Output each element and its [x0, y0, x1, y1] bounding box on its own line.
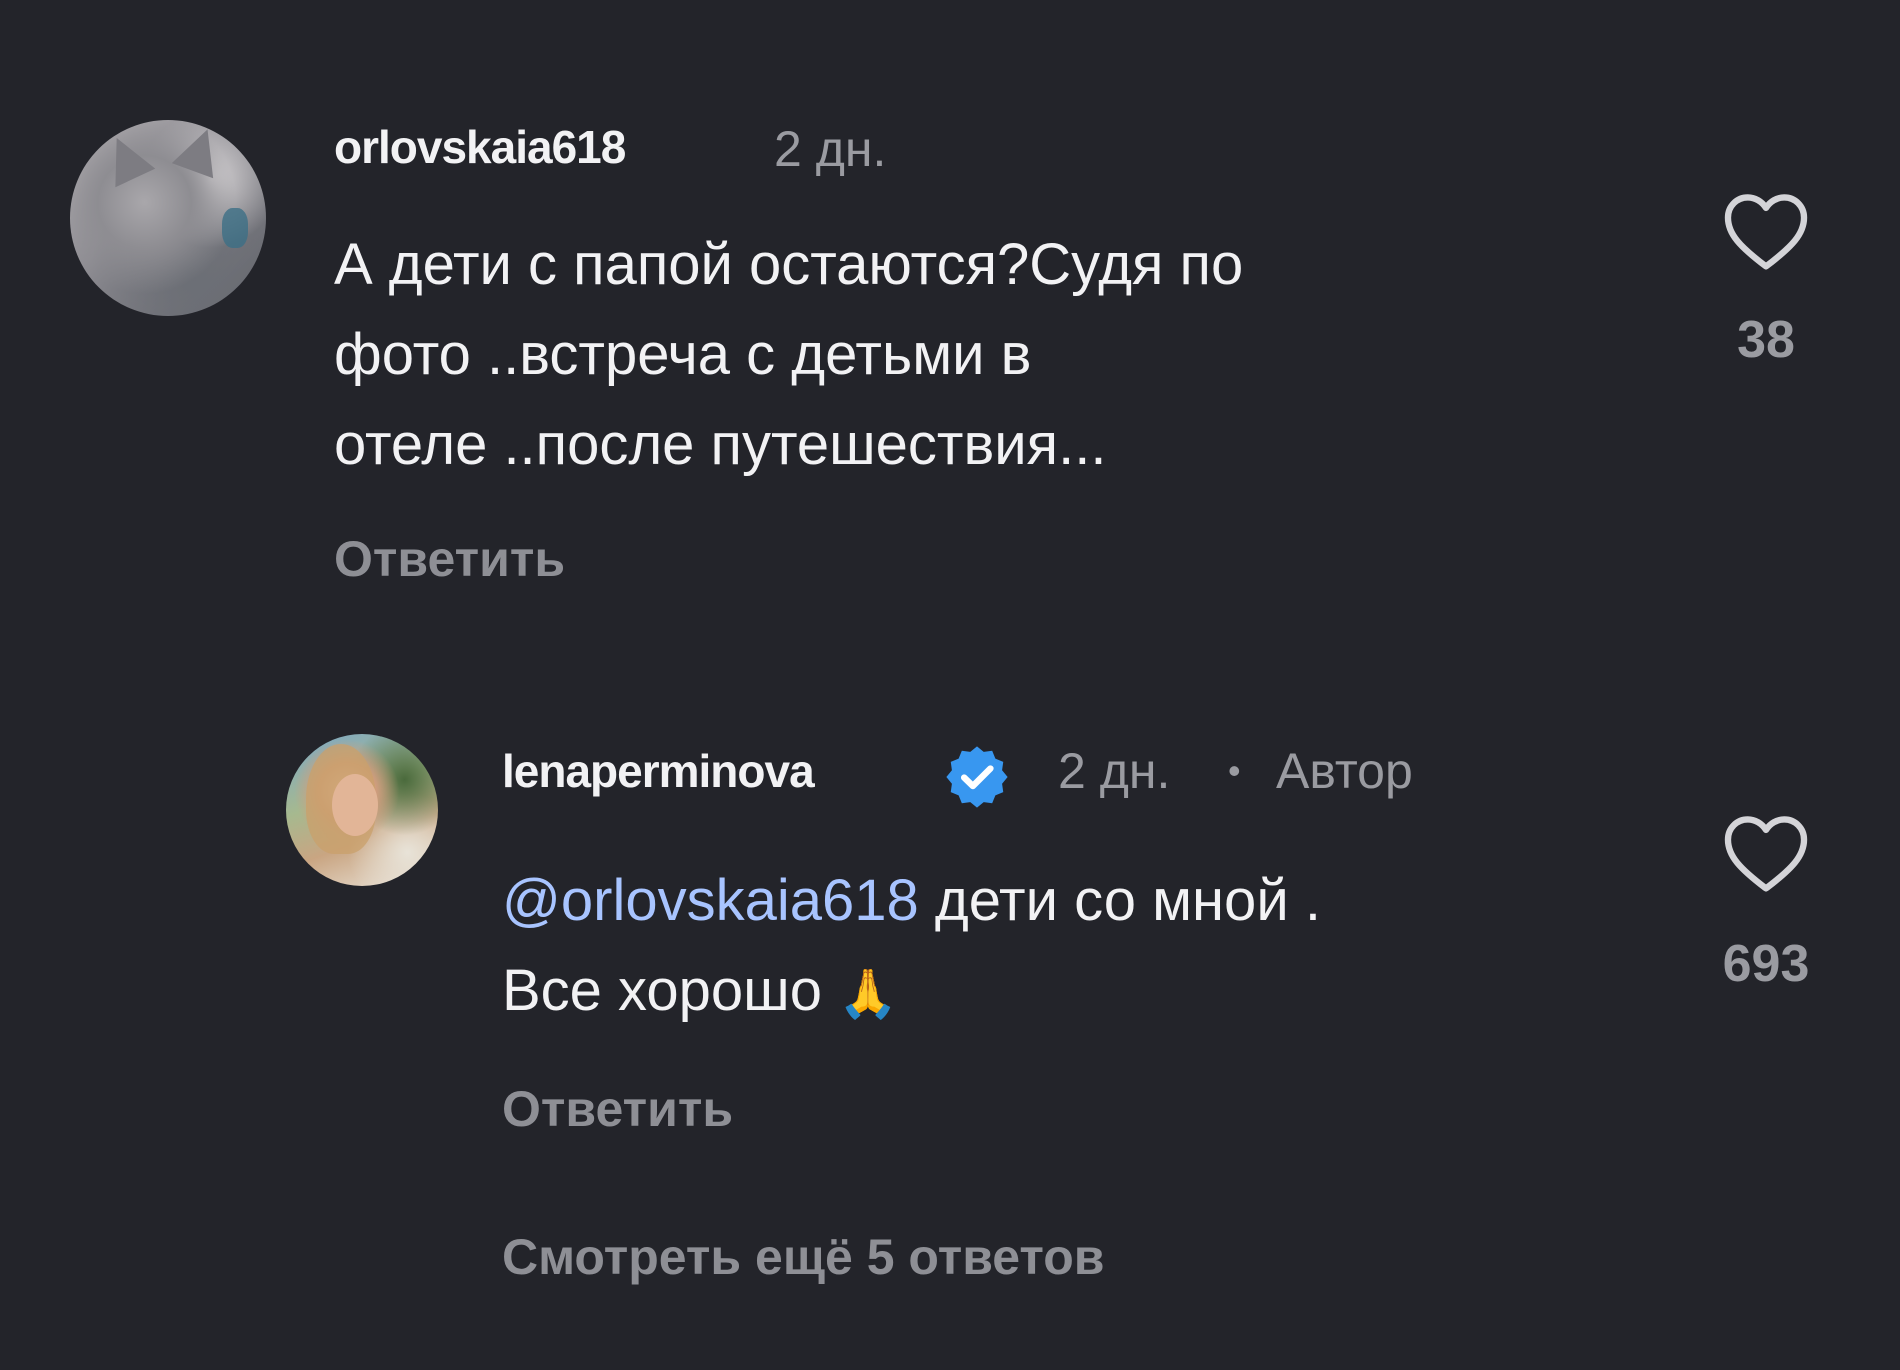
comment-text: А дети с папой остаются?Судя по фото ..в… [334, 220, 1243, 490]
avatar-cat-ear [171, 121, 229, 179]
reply-text-line: @orlovskaia618 дети со мной . [502, 856, 1321, 946]
reply-text: @orlovskaia618 дети со мной . Все хорошо… [502, 856, 1321, 1040]
comment-time: 2 дн. [774, 121, 887, 177]
comment-text-line: А дети с папой остаются?Судя по [334, 232, 1244, 297]
user-avatar[interactable] [70, 120, 266, 316]
user-avatar[interactable] [286, 734, 438, 886]
comment-username[interactable]: orlovskaia618 [334, 120, 626, 174]
like-count: 38 [1737, 311, 1795, 369]
avatar-cat-ear [96, 128, 156, 188]
reply-time: 2 дн. [1058, 743, 1171, 799]
avatar-face [332, 774, 378, 836]
reply-button[interactable]: Ответить [334, 530, 565, 588]
reply-button[interactable]: Ответить [502, 1080, 733, 1138]
reply-text-line: Все хорошо 🙏 [502, 946, 1321, 1040]
like-heart-icon[interactable] [1720, 812, 1812, 894]
verified-badge-icon [946, 746, 1008, 808]
author-label: Автор [1276, 743, 1413, 799]
reply-text-second: Все хорошо [502, 958, 822, 1023]
view-more-replies-button[interactable]: Смотреть ещё 5 ответов [502, 1228, 1105, 1286]
praying-hands-emoji: 🙏 [838, 968, 898, 1021]
meta-separator: • [1228, 750, 1241, 791]
like-heart-icon[interactable] [1720, 190, 1812, 272]
mention-link[interactable]: @orlovskaia618 [502, 868, 919, 933]
comment-text-line: отеле ..после путешествия... [334, 412, 1107, 477]
reply-text-rest: дети со мной . [918, 868, 1321, 933]
reply-username[interactable]: lenaperminova [502, 744, 815, 798]
avatar-accent [222, 208, 248, 248]
comment-text-line: фото ..встреча с детьми в [334, 322, 1032, 387]
like-count: 693 [1722, 935, 1810, 993]
